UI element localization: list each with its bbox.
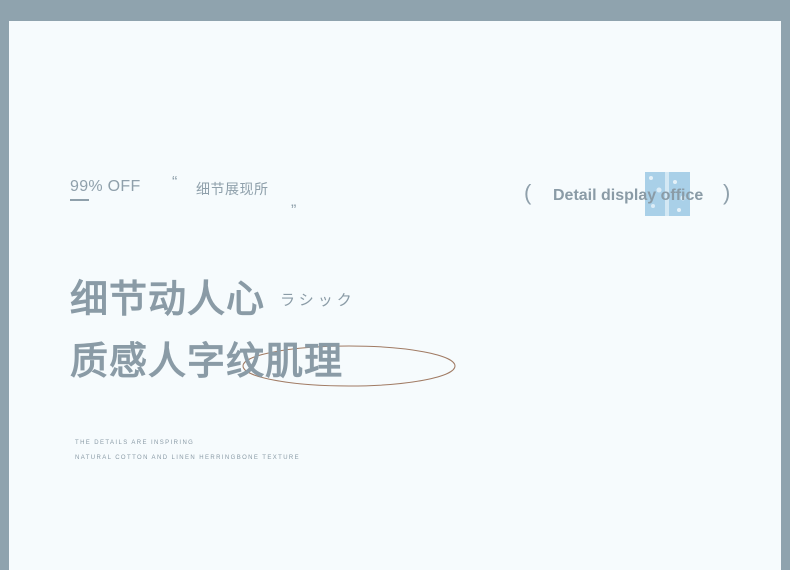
paren-open: ( [524,180,532,205]
tagline-2: NATURAL COTTON AND LINEN HERRINGBONE TEX… [75,455,301,461]
headline-kana: ラシック [280,291,356,309]
headline-line-2: 质感人字纹肌理 [70,339,344,383]
subtitle-cn: 细节展现所 [196,181,269,197]
paren-close: ) [723,180,731,205]
tagline-1: THE DETAILS ARE INSPIRING [75,440,195,446]
banner-panel: 99% OFF “ 细节展现所 „ ( Detail display offic… [9,21,781,570]
title-en: Detail display office [553,187,704,204]
discount-label: 99% OFF [70,178,141,195]
headline-line-1: 细节动人心 [70,277,266,321]
quote-close: „ [291,193,297,210]
quote-open: “ [172,174,178,191]
discount-underline [70,199,89,201]
